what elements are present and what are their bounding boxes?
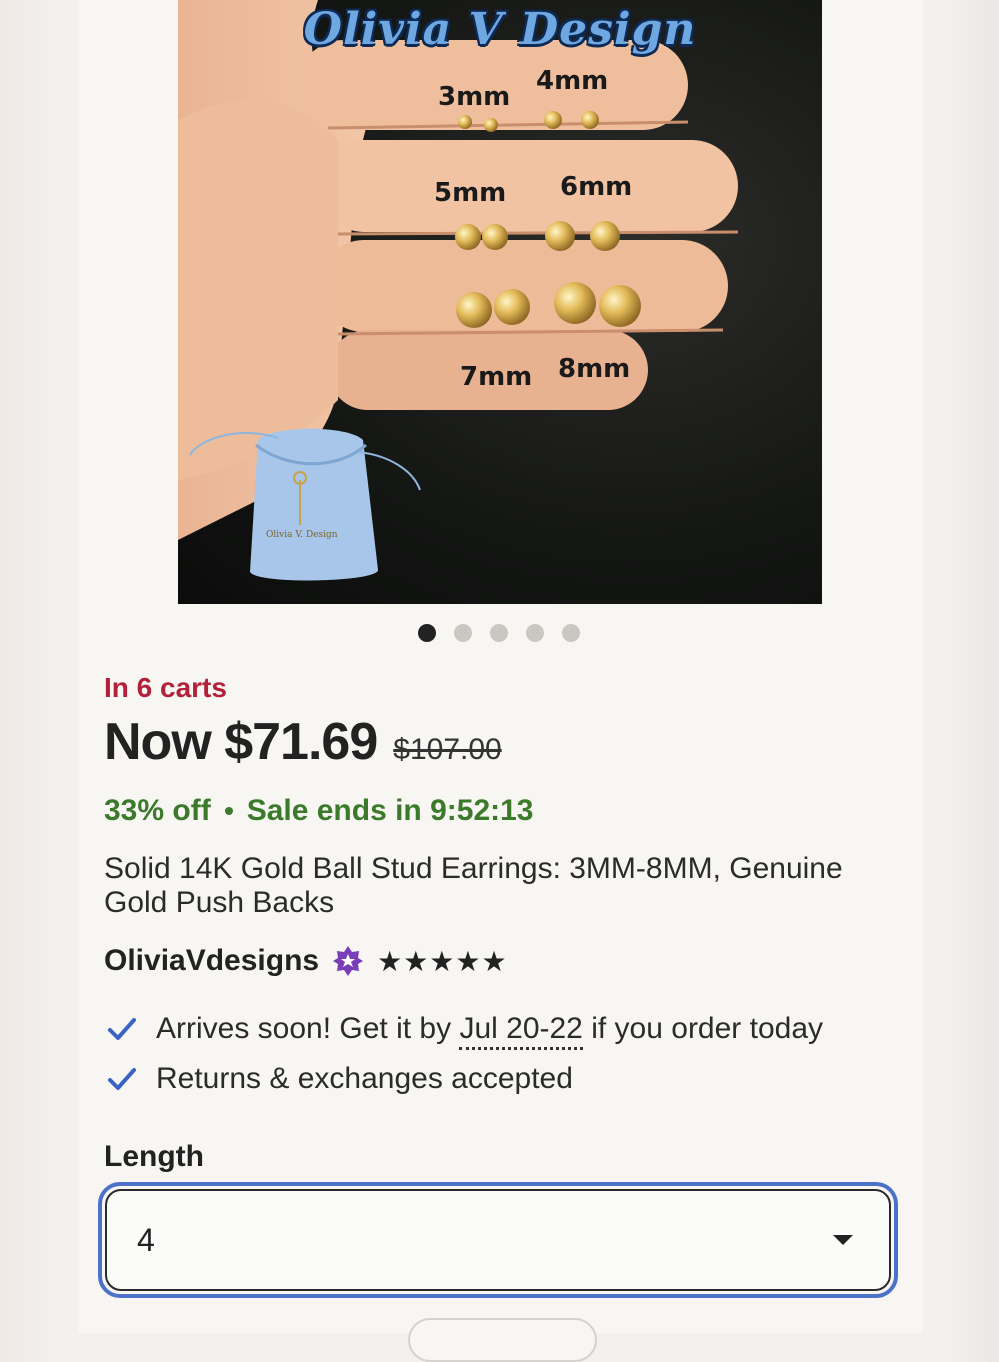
checkmark-icon <box>108 1068 136 1090</box>
discount-percent: 33% off <box>104 794 211 827</box>
length-label: Length <box>104 1140 204 1173</box>
size-label-3mm: 3mm <box>438 82 511 112</box>
price-row: Now $71.69 $107.00 <box>104 712 502 772</box>
sale-price: Now $71.69 <box>104 713 378 771</box>
shop-rating-stars[interactable]: ★★★★★ <box>377 945 508 978</box>
sale-info: 33% off Sale ends in 9:52:13 <box>104 794 534 828</box>
length-selected-value: 4 <box>137 1221 155 1258</box>
carousel-dot[interactable] <box>454 624 472 642</box>
listing-title: Solid 14K Gold Ball Stud Earrings: 3MM-8… <box>104 852 843 919</box>
delivery-estimate: Arrives soon! Get it by Jul 20-22 if you… <box>106 1012 824 1050</box>
carousel-dot[interactable] <box>490 624 508 642</box>
returns-text: Returns & exchanges accepted <box>156 1062 573 1095</box>
carousel-dot[interactable] <box>562 624 580 642</box>
returns-policy: Returns & exchanges accepted <box>106 1062 573 1096</box>
shop-info: OliviaVdesigns ★★★★★ <box>104 944 508 978</box>
original-price: $107.00 <box>393 733 502 766</box>
in-carts-badge: In 6 carts <box>104 672 227 703</box>
size-label-4mm: 4mm <box>536 66 609 96</box>
shop-name-link[interactable]: OliviaVdesigns <box>104 944 319 978</box>
star-seller-badge-icon <box>333 946 364 976</box>
delivery-date-link[interactable]: Jul 20-22 <box>459 1012 583 1050</box>
product-card: Olivia V Design 3mm 4mm 5mm 6mm 7mm 8mm … <box>78 0 923 1362</box>
separator-dot-icon <box>224 807 233 815</box>
carousel-dots <box>418 624 580 642</box>
length-select-field[interactable]: 4 <box>105 1189 891 1291</box>
pouch-label: Olivia V. Design <box>266 530 338 540</box>
size-label-7mm: 7mm <box>460 362 533 392</box>
brand-watermark: Olivia V Design <box>303 4 697 55</box>
carousel-dot[interactable] <box>418 624 436 642</box>
delivery-prefix: Arrives soon! Get it by <box>156 1012 452 1045</box>
bottom-button-peek[interactable] <box>408 1318 597 1362</box>
size-label-6mm: 6mm <box>560 172 633 202</box>
sale-countdown: Sale ends in 9:52:13 <box>246 794 534 827</box>
delivery-suffix: if you order today <box>591 1012 824 1045</box>
chevron-down-icon <box>833 1235 853 1245</box>
carousel-dot[interactable] <box>526 624 544 642</box>
length-select[interactable]: 4 <box>98 1182 898 1298</box>
size-label-8mm: 8mm <box>558 354 631 384</box>
checkmark-icon <box>108 1018 136 1040</box>
size-label-5mm: 5mm <box>434 178 507 208</box>
